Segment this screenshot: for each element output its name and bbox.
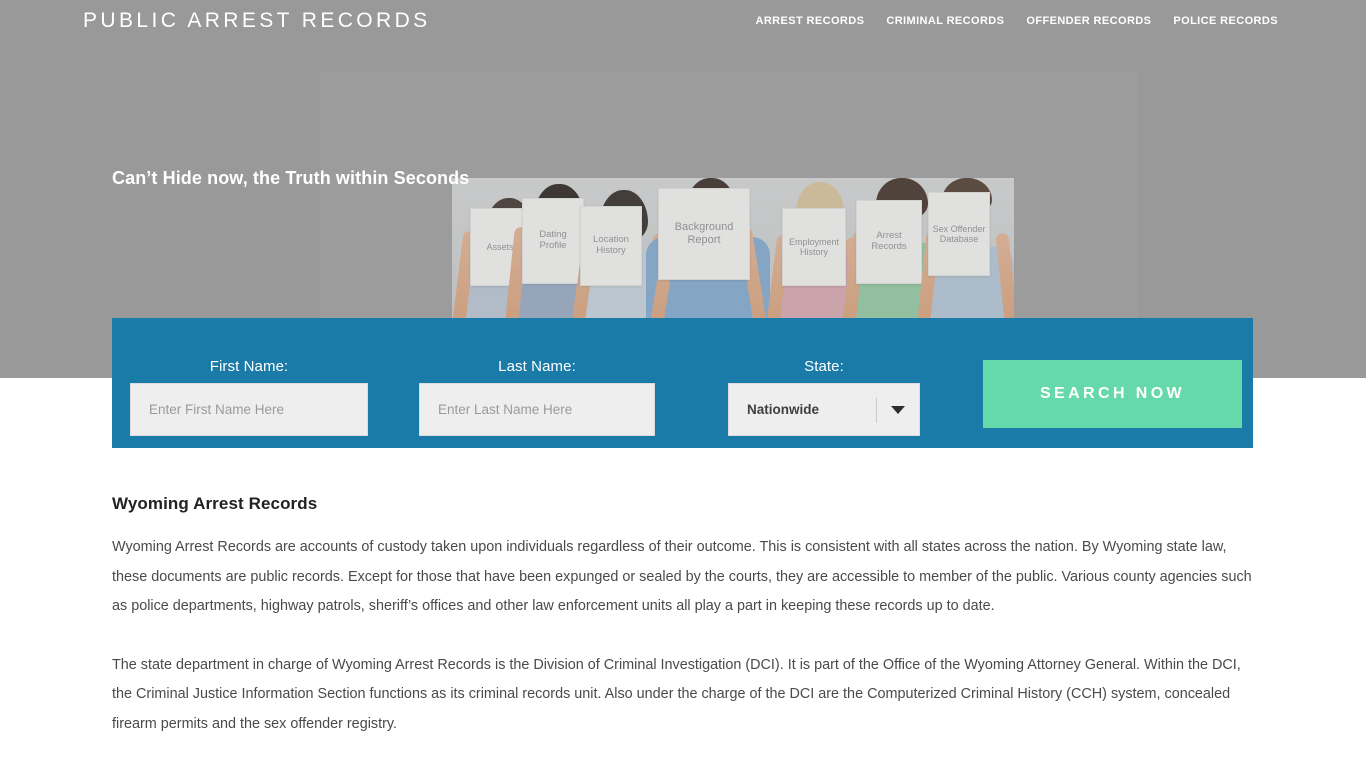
article-paragraph: Wyoming Arrest Records are accounts of c… bbox=[112, 539, 1252, 614]
page-root: Assets Dating Profile Location History B… bbox=[0, 0, 1366, 768]
state-field-group: State: Nationwide bbox=[728, 358, 920, 436]
last-name-label: Last Name: bbox=[498, 358, 576, 375]
site-brand[interactable]: PUBLIC ARREST RECORDS bbox=[83, 9, 431, 33]
first-name-input[interactable] bbox=[130, 383, 368, 436]
state-select[interactable]: Nationwide bbox=[728, 383, 920, 436]
photo-sign: Location History bbox=[580, 206, 642, 286]
page-title: Wyoming Arrest Records bbox=[112, 494, 318, 513]
article-section: Wyoming Arrest Records Wyoming Arrest Re… bbox=[112, 494, 1254, 768]
search-now-button[interactable]: SEARCH NOW bbox=[983, 360, 1242, 428]
state-select-value: Nationwide bbox=[747, 402, 820, 417]
photo-sign: Sex Offender Database bbox=[928, 192, 990, 276]
state-label: State: bbox=[804, 358, 844, 375]
first-name-field-group: First Name: bbox=[130, 358, 368, 436]
article-paragraph: The state department in charge of Wyomin… bbox=[112, 656, 1241, 732]
first-name-label: First Name: bbox=[209, 358, 289, 375]
nav-link-criminal-records[interactable]: CRIMINAL RECORDS bbox=[886, 15, 1004, 27]
hero-tagline: Can’t Hide now, the Truth within Seconds bbox=[112, 168, 470, 188]
last-name-input[interactable] bbox=[419, 383, 655, 436]
photo-sign: Arrest Records bbox=[856, 200, 922, 284]
nav-link-police-records[interactable]: POLICE RECORDS bbox=[1173, 15, 1278, 27]
main-nav: ARREST RECORDS CRIMINAL RECORDS OFFENDER… bbox=[755, 15, 1278, 27]
photo-sign: Employment History bbox=[782, 208, 846, 286]
last-name-field-group: Last Name: bbox=[419, 358, 655, 436]
photo-sign: Dating Profile bbox=[522, 198, 584, 284]
hero-photo: Assets Dating Profile Location History B… bbox=[452, 178, 1014, 323]
nav-link-offender-records[interactable]: OFFENDER RECORDS bbox=[1026, 15, 1151, 27]
select-divider bbox=[876, 398, 877, 423]
site-header: PUBLIC ARREST RECORDS ARREST RECORDS CRI… bbox=[0, 0, 1366, 44]
nav-link-arrest-records[interactable]: ARREST RECORDS bbox=[755, 15, 864, 27]
search-form: First Name: Last Name: State: Nationwide… bbox=[112, 318, 1253, 448]
photo-sign: Background Report bbox=[658, 188, 750, 280]
chevron-down-icon bbox=[891, 405, 905, 414]
